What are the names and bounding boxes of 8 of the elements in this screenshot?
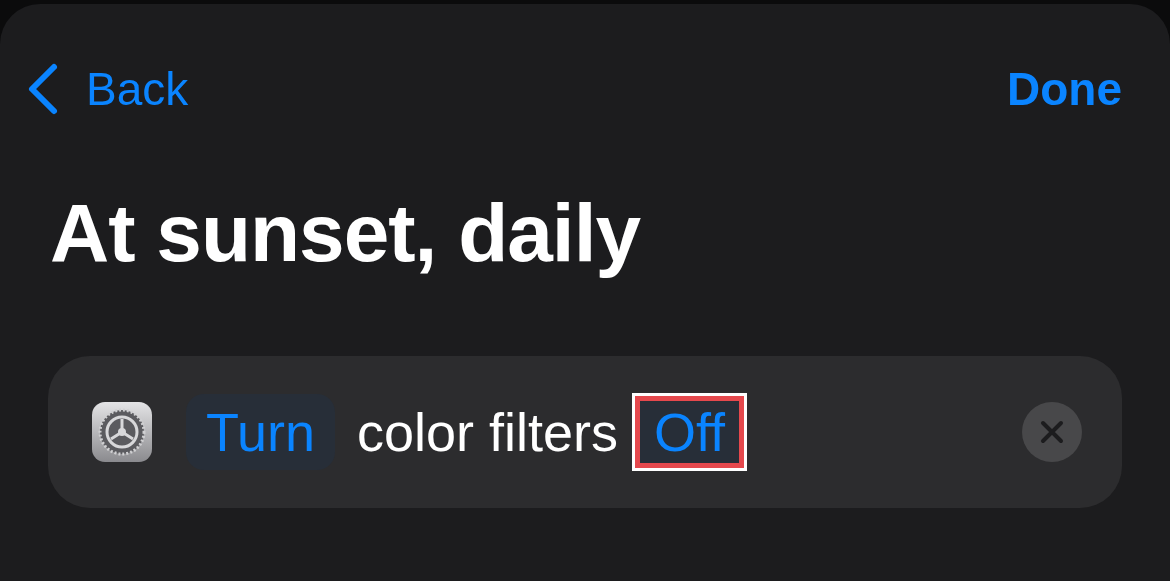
chevron-left-icon [26,62,60,116]
parameter-token[interactable]: Turn [186,394,336,470]
gear-icon [92,402,152,462]
action-text: color filters [357,401,619,463]
close-icon [1040,420,1064,444]
done-button[interactable]: Done [1007,62,1122,116]
back-button[interactable]: Back [26,62,189,116]
parameter-token[interactable]: Off [635,396,745,468]
